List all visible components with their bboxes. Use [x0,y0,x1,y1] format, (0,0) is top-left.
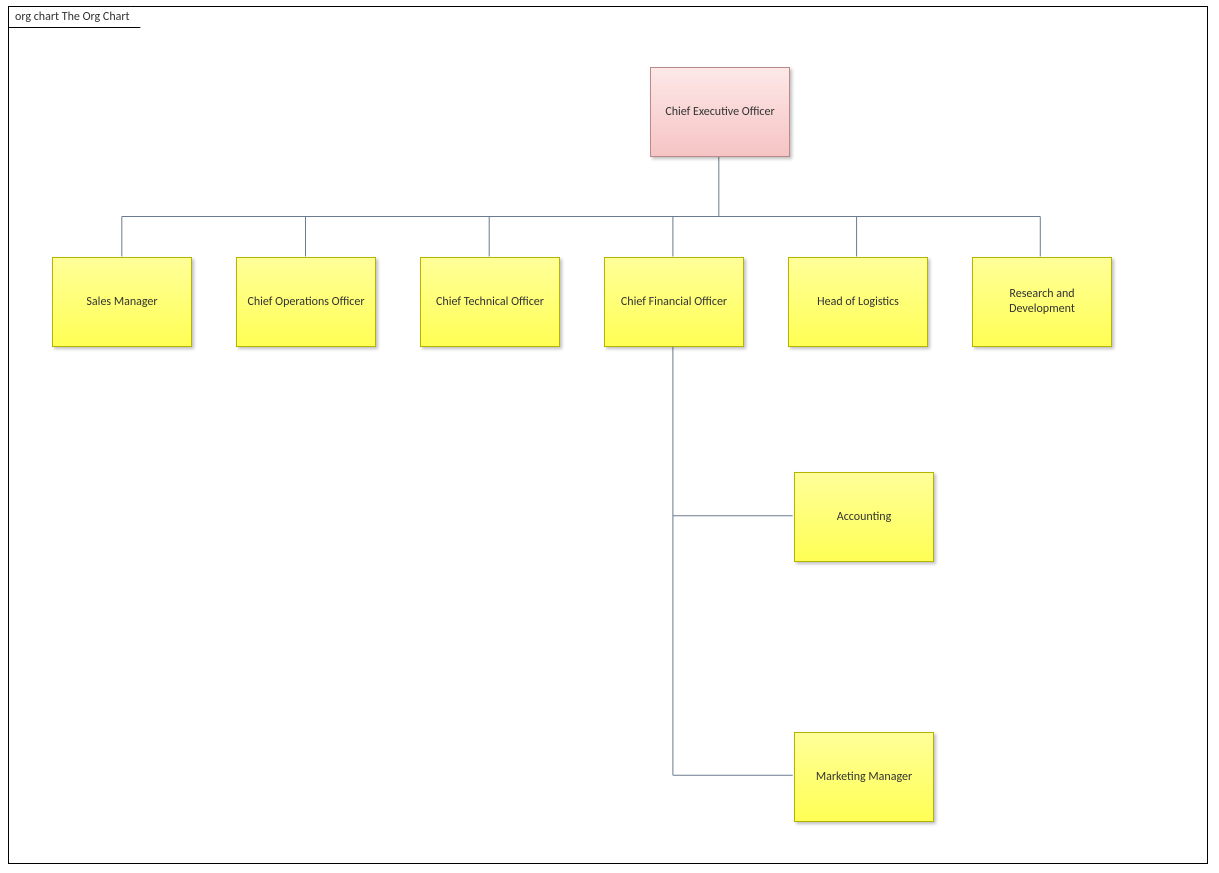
node-sales-manager[interactable]: Sales Manager [52,257,192,347]
node-label: Marketing Manager [816,770,912,785]
node-marketing-manager[interactable]: Marketing Manager [794,732,934,822]
node-label: Sales Manager [86,295,157,310]
node-chief-operations-officer[interactable]: Chief Operations Officer [236,257,376,347]
diagram-frame: org chart The Org Chart [8,6,1208,864]
node-label: Chief Technical Officer [436,295,544,310]
node-chief-financial-officer[interactable]: Chief Financial Officer [604,257,744,347]
node-label: Chief Operations Officer [247,295,364,310]
diagram-canvas: org chart The Org Chart [0,0,1219,873]
node-label: Chief Executive Officer [665,105,774,120]
node-ceo[interactable]: Chief Executive Officer [650,67,790,157]
node-label: Research and Development [977,287,1107,317]
node-head-of-logistics[interactable]: Head of Logistics [788,257,928,347]
node-label: Accounting [837,510,891,525]
frame-title: org chart The Org Chart [8,6,141,28]
node-label: Head of Logistics [817,295,899,310]
node-accounting[interactable]: Accounting [794,472,934,562]
connectors [9,7,1207,863]
node-label: Chief Financial Officer [621,295,727,310]
node-chief-technical-officer[interactable]: Chief Technical Officer [420,257,560,347]
node-research-and-development[interactable]: Research and Development [972,257,1112,347]
